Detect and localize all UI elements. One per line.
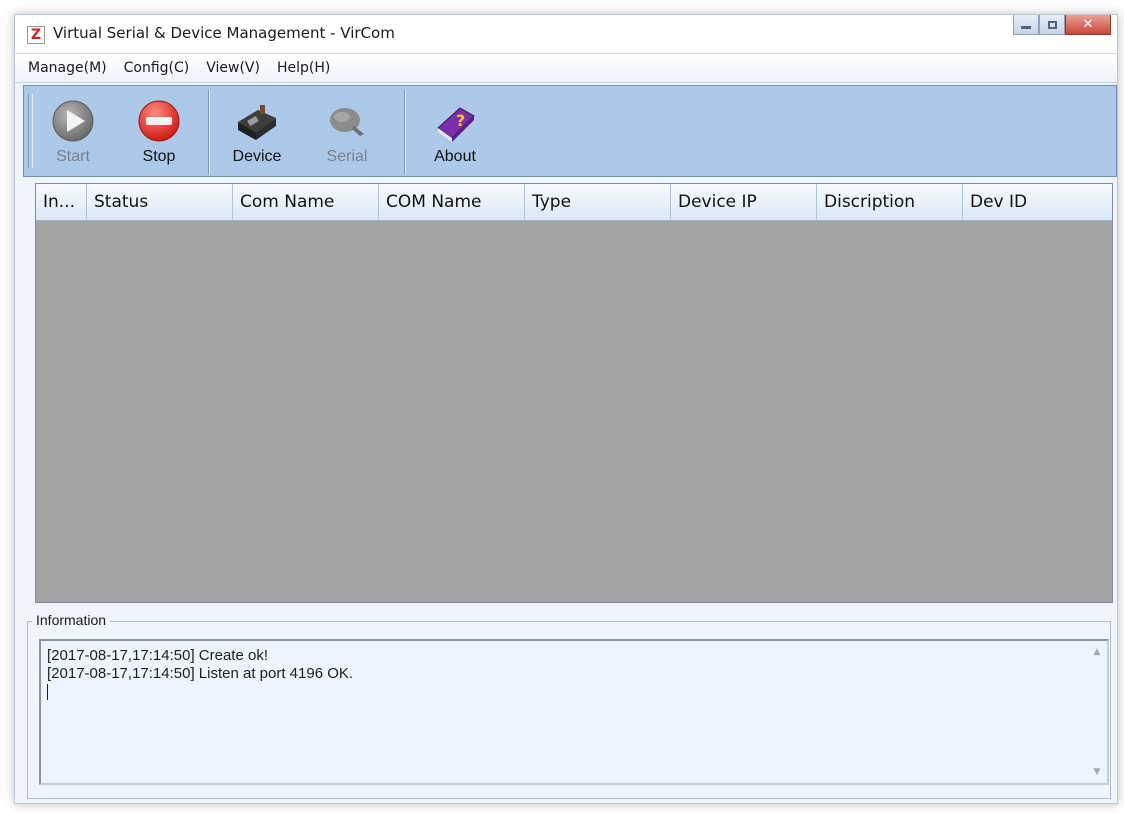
stop-label: Stop xyxy=(142,148,176,165)
play-icon xyxy=(52,100,94,142)
log-line: [2017-08-17,17:14:50] Listen at port 419… xyxy=(47,665,354,682)
column-header-com-name[interactable]: Com Name xyxy=(233,184,379,220)
app-logo-icon: Z xyxy=(27,26,45,44)
menu-manage[interactable]: Manage(M) xyxy=(21,58,114,78)
serial-label: Serial xyxy=(326,148,368,165)
maximize-button[interactable] xyxy=(1039,15,1065,35)
log-textarea[interactable]: [2017-08-17,17:14:50] Create ok! [2017-0… xyxy=(39,639,1109,785)
title-bar: Z Virtual Serial & Device Management - V… xyxy=(15,15,1117,54)
device-icon xyxy=(238,105,276,140)
toolbar-separator xyxy=(404,90,406,174)
about-button[interactable]: ? About xyxy=(420,92,490,172)
device-list[interactable]: In... Status Com Name COM Name Type Devi… xyxy=(35,183,1113,603)
text-caret xyxy=(47,684,48,700)
start-label: Start xyxy=(56,148,90,165)
information-legend: Information xyxy=(32,612,111,628)
column-header-index[interactable]: In... xyxy=(36,184,87,220)
menu-view[interactable]: View(V) xyxy=(199,58,267,78)
menu-config[interactable]: Config(C) xyxy=(117,58,197,78)
serial-button[interactable]: Serial xyxy=(312,92,382,172)
window-title: Virtual Serial & Device Management - Vir… xyxy=(53,24,395,42)
close-button[interactable]: ✕ xyxy=(1065,15,1111,35)
column-header-description[interactable]: Discription xyxy=(817,184,963,220)
column-header-status[interactable]: Status xyxy=(87,184,233,220)
log-line: [2017-08-17,17:14:50] Create ok! xyxy=(47,647,268,664)
close-icon: ✕ xyxy=(1082,17,1094,32)
device-label: Device xyxy=(232,148,282,165)
serial-icon xyxy=(330,108,364,136)
minimize-button[interactable] xyxy=(1013,15,1039,35)
list-header: In... Status Com Name COM Name Type Devi… xyxy=(36,184,1112,221)
start-button[interactable]: Start xyxy=(42,92,104,172)
column-header-type[interactable]: Type xyxy=(525,184,671,220)
column-header-device-ip[interactable]: Device IP xyxy=(671,184,817,220)
stop-button[interactable]: Stop xyxy=(128,92,190,172)
log-scrollbar[interactable]: ▲ ▼ xyxy=(1087,641,1107,783)
toolbar-grip[interactable] xyxy=(28,94,33,168)
column-header-dev-id[interactable]: Dev ID xyxy=(963,184,1112,220)
device-button[interactable]: Device xyxy=(222,92,292,172)
column-header-com-name-2[interactable]: COM Name xyxy=(379,184,525,220)
app-window: Z Virtual Serial & Device Management - V… xyxy=(14,14,1118,804)
stop-icon xyxy=(138,100,180,142)
minimize-icon xyxy=(1021,26,1031,29)
menu-help[interactable]: Help(H) xyxy=(270,58,337,78)
help-book-icon: ? xyxy=(437,107,475,142)
window-controls: ✕ xyxy=(1013,15,1111,37)
menu-bar: Manage(M) Config(C) View(V) Help(H) xyxy=(15,54,1117,83)
toolbar-separator xyxy=(208,90,210,174)
svg-text:?: ? xyxy=(456,111,465,130)
scroll-down-arrow-icon[interactable]: ▼ xyxy=(1087,763,1107,781)
about-label: About xyxy=(434,148,476,165)
toolbar: Start Stop Device Serial ? About xyxy=(23,85,1117,177)
maximize-icon xyxy=(1047,20,1057,29)
log-lines: [2017-08-17,17:14:50] Create ok! [2017-0… xyxy=(47,647,1077,700)
scroll-up-arrow-icon[interactable]: ▲ xyxy=(1087,643,1107,661)
